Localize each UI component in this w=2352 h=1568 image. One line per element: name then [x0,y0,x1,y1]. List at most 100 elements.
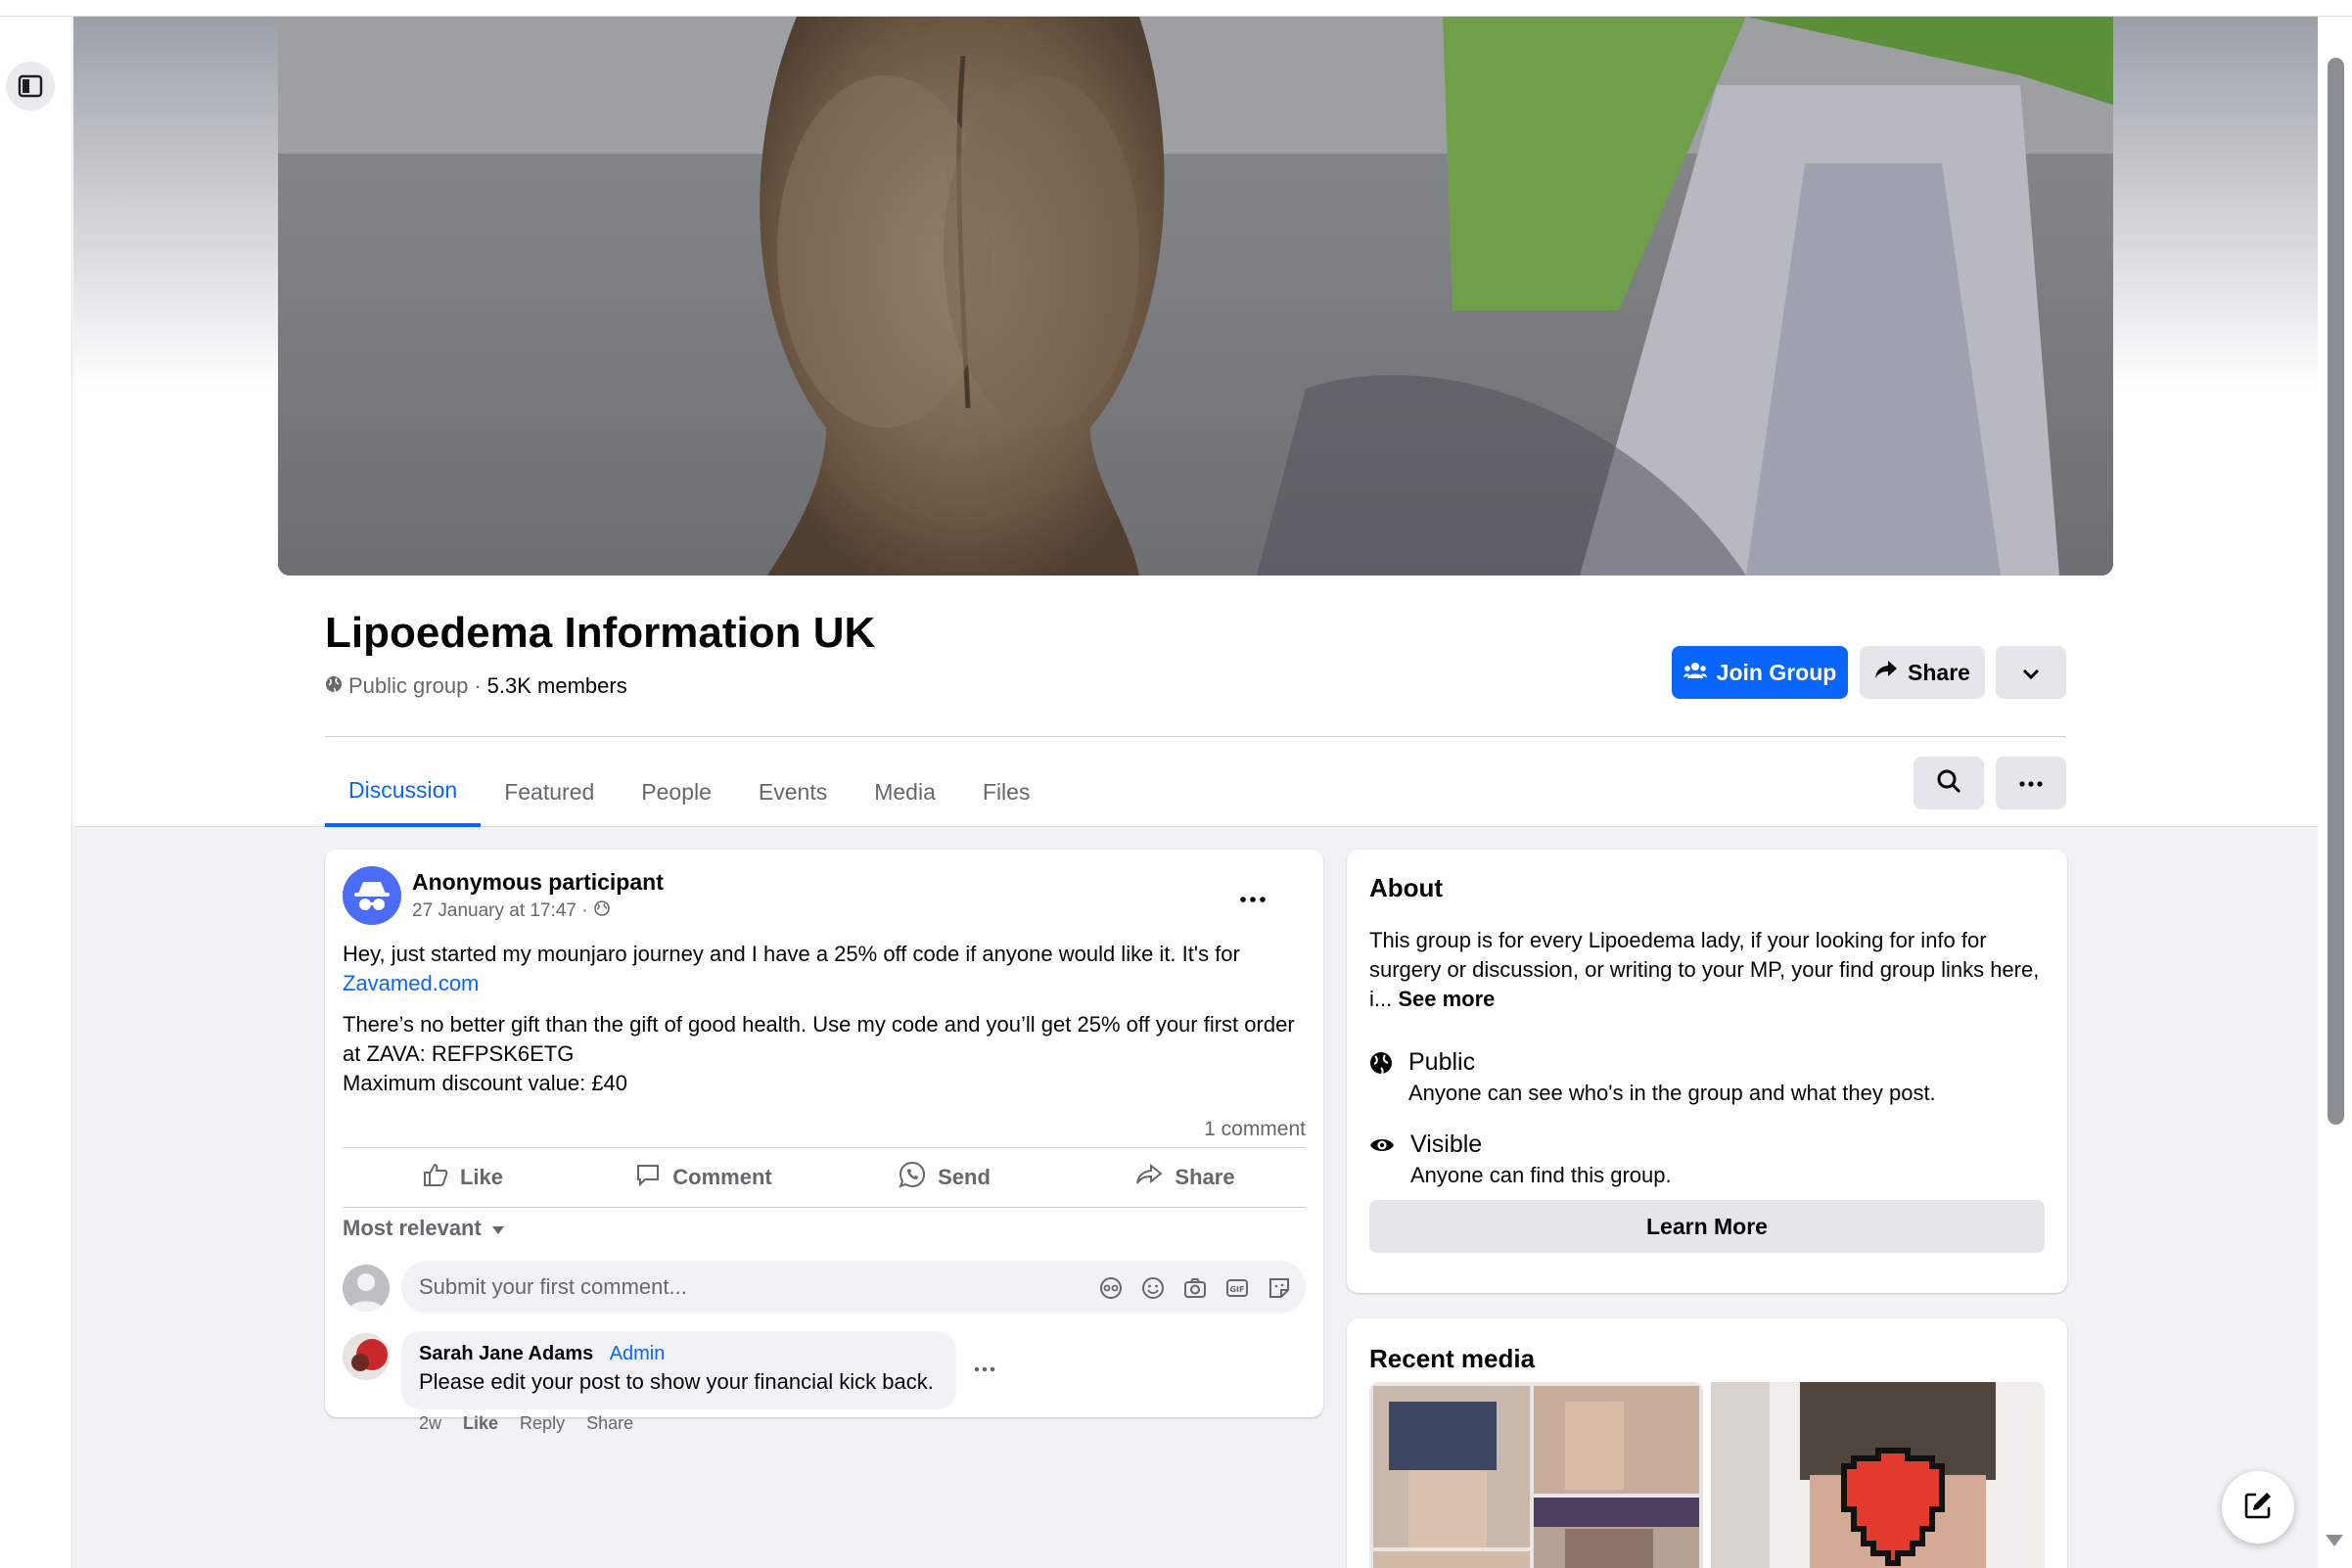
comment-author[interactable]: Sarah Jane Adams [419,1343,593,1364]
thumbs-up-icon [423,1162,448,1193]
tab-events[interactable]: Events [735,757,851,827]
gif-icon[interactable]: GIF [1224,1275,1250,1301]
comment-tools: GIF [1098,1275,1292,1301]
emoji-icon[interactable] [1140,1275,1166,1301]
about-card: About This group is for every Lipoedema … [1347,850,2067,1293]
comment-reply-link[interactable]: Reply [520,1413,565,1434]
anonymous-avatar[interactable] [343,866,401,925]
post-text-1: Hey, just started my mounjaro journey an… [343,942,1240,966]
group-options-dropdown[interactable] [1996,646,2066,699]
sticker-icon[interactable] [1267,1275,1292,1301]
share-group-button[interactable]: Share [1860,646,1985,699]
comment-options-icon[interactable] [974,1349,995,1379]
eye-icon [1369,1130,1395,1188]
comment-sort-dropdown[interactable]: Most relevant [343,1216,505,1241]
chevron-down-icon [2022,660,2040,686]
post-time-text[interactable]: 27 January at 17:47 · [412,900,588,922]
scroll-down-arrow-icon[interactable] [2326,1535,2343,1546]
share-post-label: Share [1175,1165,1235,1189]
post-body: Hey, just started my mounjaro journey an… [343,940,1302,1110]
group-members[interactable]: 5.3K members [487,673,627,699]
group-search-button[interactable] [1914,757,1984,809]
people-icon [1683,660,1707,686]
comment-meta: 2w Like Reply Share [419,1413,633,1434]
globe-icon [1369,1048,1393,1106]
post-link[interactable]: Zavamed.com [343,971,479,995]
tab-media[interactable]: Media [851,757,959,827]
about-visible-desc: Anyone can find this group. [1410,1163,1672,1187]
comment-button[interactable]: Comment [583,1148,824,1207]
comment-text: Please edit your post to show your finan… [419,1369,934,1394]
main-content: Lipoedema Information UK Public group · … [73,17,2318,1568]
comment-header: Sarah Jane Adams Admin [419,1343,939,1365]
learn-more-button[interactable]: Learn More [1369,1200,2045,1253]
comment-label: Comment [672,1165,772,1189]
search-icon [1936,768,1961,799]
recent-media-title: Recent media [1369,1344,1536,1373]
post-actions: Like Comment Send Share [343,1147,1306,1208]
about-public: Public Anyone can see who's in the group… [1369,1048,1936,1106]
admin-avatar[interactable] [343,1333,390,1380]
share-arrow-icon [1135,1163,1164,1192]
left-rail [0,17,72,1568]
page-scrollbar[interactable] [2318,17,2352,1568]
about-public-desc: Anyone can see who's in the group and wh… [1408,1081,1936,1105]
send-button[interactable]: Send [824,1148,1065,1207]
post-card: Anonymous participant 27 January at 17:4… [325,850,1323,1433]
sidebar-toggle-icon[interactable] [6,62,55,111]
globe-icon [325,673,343,699]
media-thumb-collage[interactable] [1369,1382,1703,1568]
comment-placeholder: Submit your first comment... [419,1274,687,1299]
current-user-avatar[interactable] [343,1265,390,1312]
post-text-2: There’s no better gift than the gift of … [343,1012,1295,1066]
group-privacy: Public group [348,673,469,698]
comment-count[interactable]: 1 comment [1204,1118,1306,1141]
comment-share-link[interactable]: Share [586,1413,633,1434]
group-tabs: Discussion Featured People Events Media … [325,757,1053,827]
post-paragraph-1: Hey, just started my mounjaro journey an… [343,940,1302,998]
cover-photo[interactable] [278,17,2113,576]
about-description: This group is for every Lipoedema lady, … [1369,926,2054,1014]
recent-media-grid [1369,1382,2045,1568]
scrollbar-thumb[interactable] [2328,58,2344,1125]
join-group-label: Join Group [1716,659,1837,685]
group-more-button[interactable] [1996,757,2066,809]
globe-icon [593,900,610,922]
comment-bubble: Sarah Jane Adams Admin Please edit your … [401,1331,956,1409]
avatar-sticker-icon[interactable] [1098,1275,1124,1301]
comment-bubble-icon [635,1162,661,1193]
caret-down-icon [491,1216,505,1241]
share-arrow-icon [1874,659,1898,686]
compose-icon [2242,1490,2274,1526]
share-post-button[interactable]: Share [1065,1148,1306,1207]
about-title: About [1369,873,1444,902]
whatsapp-icon [899,1161,926,1194]
send-label: Send [938,1165,991,1189]
about-visible: Visible Anyone can find this group. [1369,1130,1672,1188]
recent-media-card: Recent media [1347,1318,2067,1568]
tab-files[interactable]: Files [959,757,1054,827]
meta-separator: · [474,673,482,698]
comment-like-link[interactable]: Like [463,1413,498,1434]
admin-badge: Admin [609,1343,666,1364]
like-button[interactable]: Like [343,1148,583,1207]
comment-age[interactable]: 2w [419,1413,441,1434]
post-options-icon[interactable] [1240,877,1266,910]
about-visible-text: Visible Anyone can find this group. [1410,1130,1672,1188]
camera-icon[interactable] [1182,1275,1208,1301]
browser-top-strip [0,0,2352,17]
post-text-3: Maximum discount value: £40 [343,1071,628,1095]
see-more-link[interactable]: See more [1398,987,1495,1011]
compose-message-button[interactable] [2222,1471,2294,1544]
comment-input[interactable]: Submit your first comment... GIF [401,1261,1306,1314]
sort-label: Most relevant [343,1216,482,1240]
join-group-button[interactable]: Join Group [1672,646,1848,699]
post-author[interactable]: Anonymous participant [412,869,664,896]
share-group-label: Share [1908,659,1970,685]
tab-people[interactable]: People [618,757,735,827]
tab-featured[interactable]: Featured [481,757,618,827]
group-meta: Public group · 5.3K members [325,673,627,699]
tab-discussion[interactable]: Discussion [325,757,482,827]
media-thumb-photo[interactable] [1711,1382,2045,1568]
post-timestamp: 27 January at 17:47 · [412,900,610,922]
